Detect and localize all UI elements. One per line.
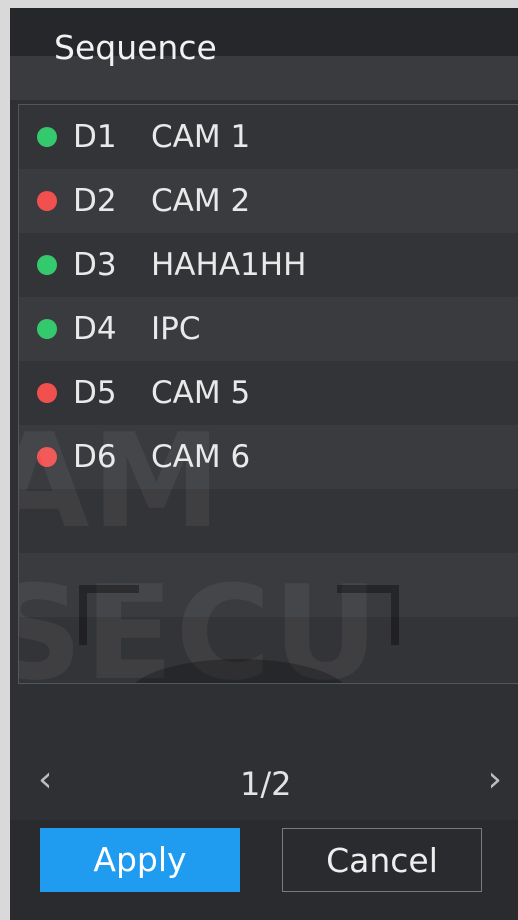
list-item[interactable]: D3 HAHA1HH [19, 233, 518, 297]
channel-id: D6 [73, 439, 117, 475]
channel-id: D1 [73, 119, 117, 155]
channel-list: D1 CAM 1 D2 CAM 2 D3 HAHA1HH D4 IPC D5 C… [18, 104, 518, 684]
channel-name: CAM 1 [151, 119, 251, 155]
channel-id: D5 [73, 375, 117, 411]
channel-name: CAM 2 [151, 183, 251, 219]
channel-name: CAM 6 [151, 439, 251, 475]
status-dot-icon [37, 127, 57, 147]
channel-id: D4 [73, 311, 117, 347]
dialog-title: Sequence [54, 28, 217, 67]
cancel-button[interactable]: Cancel [282, 828, 482, 892]
list-item[interactable]: D5 CAM 5 [19, 361, 518, 425]
channel-id: D3 [73, 247, 117, 283]
apply-button[interactable]: Apply [40, 828, 240, 892]
chevron-left-icon[interactable]: ‹ [38, 759, 52, 800]
status-dot-icon [37, 319, 57, 339]
status-dot-icon [37, 255, 57, 275]
list-item[interactable]: D4 IPC [19, 297, 518, 361]
channel-id: D2 [73, 183, 117, 219]
empty-row [19, 617, 518, 681]
channel-name: CAM 5 [151, 375, 251, 411]
list-item[interactable]: D2 CAM 2 [19, 169, 518, 233]
channel-name: IPC [151, 311, 201, 347]
sequence-dialog: Sequence D1 CAM 1 D2 CAM 2 D3 HAHA1HH D4… [10, 8, 518, 920]
status-dot-icon [37, 191, 57, 211]
empty-row [19, 553, 518, 617]
list-item[interactable]: D6 CAM 6 [19, 425, 518, 489]
channel-name: HAHA1HH [151, 247, 307, 283]
status-dot-icon [37, 383, 57, 403]
empty-row [19, 489, 518, 553]
chevron-right-icon[interactable]: › [488, 759, 502, 800]
pagination: ‹ 1/2 › [10, 753, 518, 813]
status-dot-icon [37, 447, 57, 467]
list-item[interactable]: D1 CAM 1 [19, 105, 518, 169]
page-indicator: 1/2 [240, 765, 292, 803]
